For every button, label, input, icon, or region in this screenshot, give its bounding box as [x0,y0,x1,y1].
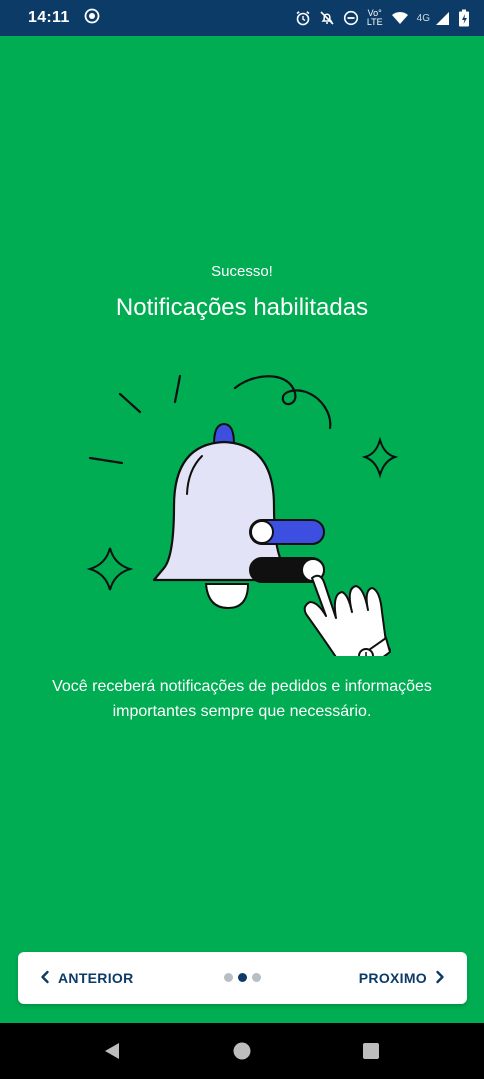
success-subtitle: Sucesso! [211,263,273,280]
page-title: Notificações habilitadas [115,294,369,321]
onboarding-screen: Sucesso! Notificações habilitadas Você r… [0,36,484,1023]
system-navigation-bar [0,1023,484,1079]
status-bar: 14:11 Vo° LTE 4G [0,0,484,36]
network-type: 4G [416,12,430,24]
volte-label-bottom: LTE [366,17,383,27]
next-button-label: PROXIMO [358,970,427,986]
screen-record-icon [84,8,100,29]
battery-charging-icon [458,9,470,27]
alarm-icon [295,10,311,26]
page-indicator [224,973,261,982]
home-icon[interactable] [232,1041,252,1061]
chevron-left-icon [40,970,50,987]
status-time: 14:11 [28,9,70,26]
next-button[interactable]: PROXIMO [359,952,445,1004]
volte-icon: Vo° LTE [367,9,383,27]
chevron-right-icon [435,970,445,987]
do-not-disturb-icon [343,10,359,26]
mute-icon [319,10,335,26]
back-icon[interactable] [102,1041,122,1061]
description-text: Você receberá notificações de pedidos e … [52,678,432,720]
recents-icon[interactable] [361,1041,381,1061]
page-dot [252,973,261,982]
page-dot-active [238,973,247,982]
previous-button-label: ANTERIOR [58,970,134,986]
page-dot [224,973,233,982]
wifi-icon [391,10,409,26]
previous-button[interactable]: ANTERIOR [40,952,134,1004]
signal-icon [434,10,450,26]
bell-notification-illustration [80,366,410,682]
pager-navigation: ANTERIOR PROXIMO [18,952,467,1004]
